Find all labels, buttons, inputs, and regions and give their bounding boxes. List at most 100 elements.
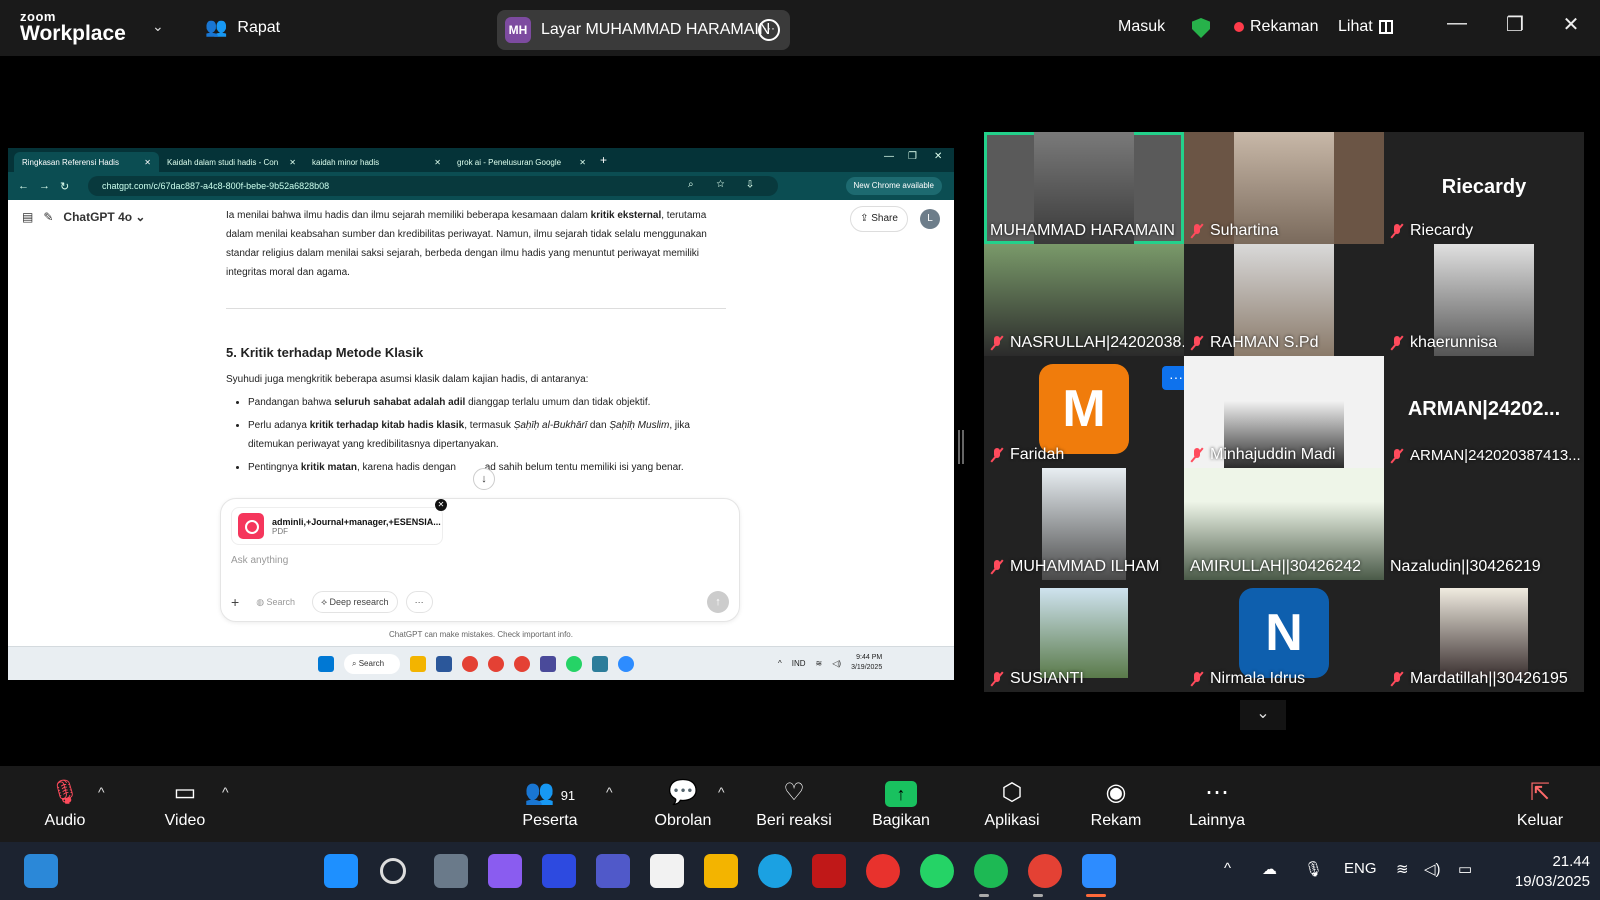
send-button[interactable]: ↑ — [707, 591, 729, 613]
forward-icon[interactable]: → — [39, 180, 50, 192]
signin-button[interactable]: Masuk — [1118, 18, 1165, 36]
share-options-icon[interactable]: ··· — [758, 19, 780, 41]
volume-icon[interactable]: ◁) — [832, 659, 841, 668]
minimize-icon[interactable]: — — [1442, 12, 1472, 35]
plus-icon[interactable]: + — [231, 594, 239, 610]
participant-tile[interactable]: ARMAN|24202... ARMAN|242020387413... — [1384, 356, 1584, 468]
reload-icon[interactable]: ↻ — [60, 180, 69, 193]
participant-tile[interactable]: Nazaludin||30426219 — [1384, 468, 1584, 580]
language-indicator[interactable]: IND — [792, 659, 806, 668]
minimize-icon[interactable]: — — [884, 151, 894, 162]
participant-tile[interactable]: MUHAMMAD ILHAM — [984, 468, 1184, 580]
chevron-up-icon[interactable]: ^ — [222, 784, 229, 800]
chevron-up-icon[interactable]: ^ — [718, 784, 725, 800]
new-chat-icon[interactable]: ✎ — [43, 210, 53, 224]
search-icon[interactable] — [380, 858, 406, 884]
leave-button[interactable]: ⇱ Keluar — [1514, 776, 1566, 830]
chrome-icon[interactable] — [462, 656, 478, 672]
deep-research-button[interactable]: ⟡ Deep research — [312, 591, 398, 613]
browser-tab[interactable]: Kaidah dalam studi hadis - Con ✕ — [159, 152, 304, 172]
more-button[interactable]: ⋯ Lainnya — [1188, 776, 1246, 830]
chat-input[interactable]: Ask anything — [231, 555, 288, 566]
browser-extension-icons[interactable]: ⌕ ☆ ⇩ — [688, 179, 763, 190]
attachment-chip[interactable]: adminli,+Journal+manager,+ESENSIA... PDF — [231, 507, 443, 545]
close-icon[interactable]: ✕ — [934, 151, 942, 162]
participant-tile[interactable]: NASRULLAH|24202038... — [984, 244, 1184, 356]
url-field[interactable]: chatgpt.com/c/67dac887-a4c8-800f-bebe-9b… — [88, 176, 778, 196]
app-icon[interactable] — [542, 854, 576, 888]
close-icon[interactable]: ✕ — [1556, 12, 1586, 37]
onedrive-icon[interactable]: ☁ — [1262, 860, 1277, 878]
chevron-up-icon[interactable]: ^ — [778, 659, 782, 668]
antivirus-icon[interactable] — [812, 854, 846, 888]
chevron-up-icon[interactable]: ^ — [98, 784, 105, 800]
clock[interactable]: 9:44 PM 3/19/2025 — [851, 653, 882, 673]
chat-button[interactable]: 💬 Obrolan — [652, 776, 714, 830]
share-button[interactable]: ⇪ Share — [850, 206, 908, 232]
more-tools-icon[interactable]: ··· — [405, 591, 433, 613]
widgets-icon[interactable] — [24, 854, 58, 888]
audio-button[interactable]: 🎙 Audio — [42, 776, 88, 830]
avatar[interactable]: L — [920, 209, 940, 229]
word-icon[interactable] — [436, 656, 452, 672]
close-icon[interactable]: ✕ — [434, 158, 441, 167]
wps-icon[interactable] — [866, 854, 900, 888]
whatsapp-icon[interactable] — [920, 854, 954, 888]
zoom-icon[interactable] — [1082, 854, 1116, 888]
view-button[interactable]: Lihat — [1338, 18, 1393, 36]
zoom-icon[interactable] — [618, 656, 634, 672]
participant-tile[interactable]: khaerunnisa — [1384, 244, 1584, 356]
participants-button[interactable]: 👥 91 Peserta — [518, 776, 582, 830]
participant-tile[interactable]: AMIRULLAH||30426242 — [1184, 468, 1384, 580]
back-icon[interactable]: ← — [18, 180, 29, 192]
model-selector[interactable]: ChatGPT 4o ⌄ — [63, 210, 145, 224]
search-box[interactable]: ⌕ Search — [344, 654, 400, 674]
chevron-up-icon[interactable]: ^ — [1224, 860, 1231, 877]
search-button[interactable]: ◍ Search — [247, 591, 304, 613]
scroll-down-icon[interactable]: ↓ — [473, 468, 495, 490]
share-screen-button[interactable]: ↑ Bagikan — [870, 776, 932, 830]
chrome-icon[interactable] — [1028, 854, 1062, 888]
teams-icon[interactable] — [596, 854, 630, 888]
mic-icon[interactable]: 🎙 — [1304, 860, 1323, 878]
new-tab-icon[interactable]: + — [600, 153, 607, 167]
participant-tile[interactable]: Mardatillah||30426195 — [1384, 580, 1584, 692]
participant-tile[interactable]: SUSIANTI — [984, 580, 1184, 692]
folder-icon[interactable] — [410, 656, 426, 672]
wifi-icon[interactable]: ≋ — [1396, 860, 1409, 878]
app-icon[interactable] — [540, 656, 556, 672]
video-button[interactable]: ▭ Video — [160, 776, 210, 830]
windows-start-icon[interactable] — [318, 656, 334, 672]
restore-icon[interactable]: ❐ — [908, 151, 917, 162]
zoom-logo[interactable]: zoom Workplace — [20, 10, 126, 44]
spotify-icon[interactable] — [974, 854, 1008, 888]
folder-icon[interactable] — [704, 854, 738, 888]
restore-icon[interactable]: ❐ — [1500, 12, 1530, 37]
clock[interactable]: 21.44 19/03/2025 — [1504, 852, 1590, 892]
chevron-down-icon[interactable]: ⌄ — [152, 18, 164, 35]
record-button[interactable]: ◉ Rekam — [1090, 776, 1142, 830]
participant-tile[interactable]: Riecardy Riecardy — [1384, 132, 1584, 244]
apps-button[interactable]: ⬡ Aplikasi — [982, 776, 1042, 830]
language-indicator[interactable]: ENG — [1344, 860, 1377, 877]
sidebar-toggle-icon[interactable]: ▤ — [22, 210, 33, 224]
chrome-icon[interactable] — [514, 656, 530, 672]
app-icon[interactable] — [592, 656, 608, 672]
browser-tab[interactable]: grok ai - Penelusuran Google ✕ — [449, 152, 594, 172]
copilot-icon[interactable] — [488, 854, 522, 888]
edge-icon[interactable] — [758, 854, 792, 888]
store-icon[interactable] — [650, 854, 684, 888]
browser-tab[interactable]: Ringkasan Referensi Hadis ✕ — [14, 152, 159, 172]
chrome-icon[interactable] — [488, 656, 504, 672]
participant-tile[interactable]: N Nirmala Idrus — [1184, 580, 1384, 692]
update-chrome-button[interactable]: New Chrome available — [845, 177, 942, 195]
participant-tile[interactable]: Minhajuddin Madi — [1184, 356, 1384, 468]
close-icon[interactable]: ✕ — [579, 158, 586, 167]
recording-indicator[interactable]: Rekaman — [1234, 18, 1318, 36]
meeting-menu[interactable]: 👥 Rapat — [205, 17, 280, 38]
close-icon[interactable]: ✕ — [144, 158, 151, 167]
remove-attachment-icon[interactable]: ✕ — [435, 499, 447, 511]
close-icon[interactable]: ✕ — [289, 158, 296, 167]
wifi-icon[interactable]: ≋ — [816, 659, 823, 668]
chevron-up-icon[interactable]: ^ — [606, 784, 613, 800]
